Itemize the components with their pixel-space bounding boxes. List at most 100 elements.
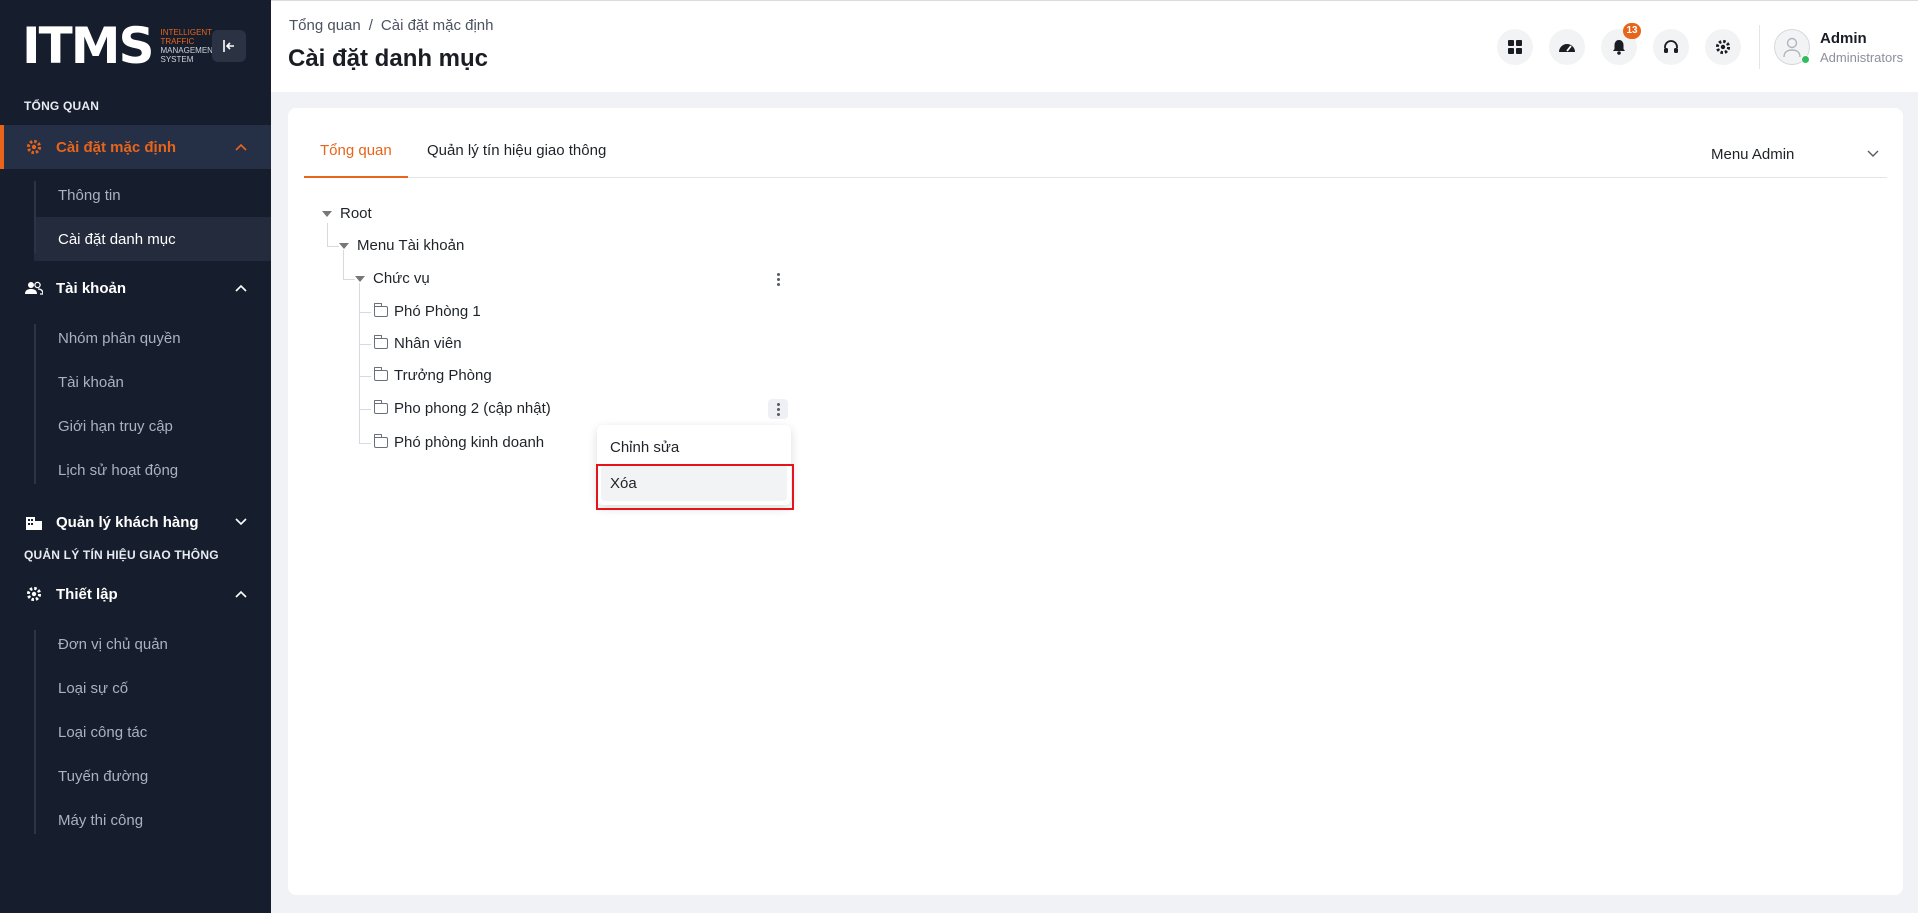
- breadcrumb-default-settings[interactable]: Cài đặt mặc định: [381, 17, 494, 34]
- tagline-line: MANAGEMENT: [160, 46, 218, 55]
- chevron-up-icon: [235, 143, 247, 151]
- tree-node-label: Trưởng Phòng: [394, 367, 492, 384]
- sidebar-item-machines[interactable]: Máy thi công: [34, 798, 271, 842]
- header: Tổng quan / Cài đặt mặc định Cài đặt dan…: [271, 0, 1918, 92]
- tree-node-label: Chức vụ: [373, 270, 430, 287]
- tree-leaf[interactable]: Pho phong 2 (cập nhật): [373, 400, 551, 417]
- headset-icon: [1664, 40, 1678, 53]
- logo: ITMS INTELLIGENT TRAFFIC MANAGEMENT SYST…: [22, 21, 218, 71]
- tab-overview[interactable]: Tổng quan: [304, 132, 408, 178]
- logo-mark: ITMS: [22, 17, 154, 75]
- tree-node-label: Pho phong 2 (cập nhật): [394, 400, 551, 417]
- caret-down-icon: [322, 210, 332, 217]
- annotation-highlight-box: [596, 464, 794, 510]
- folder-icon: [373, 367, 388, 381]
- breadcrumb: Tổng quan / Cài đặt mặc định: [289, 17, 493, 34]
- sidebar-collapse-button[interactable]: [212, 30, 246, 62]
- sidebar-item-catalog-settings[interactable]: Cài đặt danh mục: [34, 217, 271, 261]
- section-label-traffic: QUẢN LÝ TÍN HIỆU GIAO THÔNG: [24, 548, 219, 562]
- notifications-button[interactable]: 13: [1601, 23, 1641, 65]
- sidebar-group-setup[interactable]: Thiết lập: [0, 572, 271, 616]
- sub-list-default-settings: Thông tin Cài đặt danh mục: [0, 173, 271, 261]
- building-icon: [24, 512, 44, 532]
- sidebar-group-account[interactable]: Tài khoản: [0, 266, 271, 310]
- settings-button[interactable]: [1705, 29, 1741, 65]
- tree-leaf[interactable]: Trưởng Phòng: [373, 367, 492, 384]
- sidebar-item-managing-unit[interactable]: Đơn vị chủ quản: [34, 622, 271, 666]
- sidebar-group-label: Thiết lập: [56, 585, 118, 603]
- tree-leaf[interactable]: Phó Phòng 1: [373, 303, 481, 320]
- tree-node-position[interactable]: Chức vụ: [355, 270, 430, 287]
- folder-icon: [373, 434, 388, 448]
- tree-node-label: Menu Tài khoản: [357, 237, 465, 254]
- sidebar-group-customers[interactable]: Quản lý khách hàng: [0, 500, 271, 544]
- sub-list-setup: Đơn vị chủ quản Loại sự cố Loại công tác…: [0, 622, 271, 842]
- node-more-button[interactable]: [768, 269, 788, 289]
- caret-down-icon: [355, 275, 365, 282]
- node-more-button[interactable]: [768, 399, 788, 419]
- menu-select-value: Menu Admin: [1711, 145, 1795, 163]
- tree-leaf[interactable]: Phó phòng kinh doanh: [373, 434, 545, 451]
- collapse-left-icon: [223, 40, 234, 52]
- user-icon: [1783, 37, 1801, 58]
- tree-node-label: Phó phòng kinh doanh: [394, 434, 545, 451]
- chevron-up-icon: [235, 590, 247, 598]
- avatar: [1774, 29, 1810, 65]
- user-menu[interactable]: Admin Administrators: [1768, 29, 1918, 65]
- sidebar-item-routes[interactable]: Tuyến đường: [34, 754, 271, 798]
- sidebar-item-accounts[interactable]: Tài khoản: [34, 360, 271, 404]
- folder-icon: [373, 335, 388, 349]
- sidebar-item-incident-type[interactable]: Loại sự cố: [34, 666, 271, 710]
- content-card: Tổng quan Quản lý tín hiệu giao thông Me…: [288, 108, 1903, 895]
- breadcrumb-separator: /: [368, 17, 373, 34]
- user-role: Administrators: [1820, 49, 1904, 65]
- chevron-down-icon: [235, 518, 247, 526]
- logo-tagline: INTELLIGENT TRAFFIC MANAGEMENT SYSTEM: [161, 28, 218, 64]
- folder-icon: [373, 303, 388, 317]
- sidebar: ITMS INTELLIGENT TRAFFIC MANAGEMENT SYST…: [0, 0, 271, 913]
- tree-leaf[interactable]: Nhân viên: [373, 335, 462, 352]
- tree-node-root[interactable]: Root: [322, 205, 372, 222]
- sidebar-group-label: Quản lý khách hàng: [56, 513, 199, 531]
- tagline-line: SYSTEM: [160, 55, 194, 64]
- speedometer-icon: [1559, 44, 1575, 52]
- sidebar-item-access-limit[interactable]: Giới hạn truy cập: [34, 404, 271, 448]
- sidebar-item-info[interactable]: Thông tin: [34, 173, 271, 217]
- sidebar-group-default-settings[interactable]: Cài đặt mặc định: [0, 125, 271, 169]
- apps-button[interactable]: [1497, 29, 1533, 65]
- support-button[interactable]: [1653, 29, 1689, 65]
- edit-menu-item[interactable]: Chỉnh sửa: [597, 429, 791, 465]
- tagline-line: INTELLIGENT: [160, 28, 213, 37]
- chevron-up-icon: [235, 284, 247, 292]
- page-title: Cài đặt danh mục: [288, 45, 489, 72]
- sidebar-item-activity-history[interactable]: Lịch sử hoạt động: [34, 448, 271, 492]
- user-info: Admin Administrators: [1820, 30, 1903, 65]
- gear-icon: [1715, 39, 1731, 55]
- sidebar-group-label: Tài khoản: [56, 279, 127, 297]
- sidebar-item-work-type[interactable]: Loại công tác: [34, 710, 271, 754]
- menu-select[interactable]: Menu Admin: [1707, 140, 1887, 168]
- tree-node-label: Root: [340, 205, 372, 222]
- online-status-dot: [1801, 55, 1810, 64]
- chevron-down-icon: [1867, 150, 1879, 157]
- sidebar-item-permission-groups[interactable]: Nhóm phân quyền: [34, 316, 271, 360]
- gear-icon: [24, 584, 44, 604]
- sidebar-group-label: Cài đặt mặc định: [56, 138, 177, 156]
- tab-bar: Tổng quan Quản lý tín hiệu giao thông Me…: [304, 132, 1887, 178]
- tab-traffic-signal[interactable]: Quản lý tín hiệu giao thông: [427, 132, 606, 178]
- dashboard-button[interactable]: [1549, 29, 1585, 65]
- tree-node-label: Phó Phòng 1: [394, 303, 481, 320]
- logo-row: ITMS INTELLIGENT TRAFFIC MANAGEMENT SYST…: [0, 0, 271, 92]
- tree-node-label: Nhân viên: [394, 335, 462, 352]
- users-icon: [24, 278, 44, 298]
- grid-icon: [1508, 40, 1522, 54]
- section-label-overview: TỔNG QUAN: [24, 99, 100, 113]
- tagline-line: TRAFFIC: [160, 37, 195, 46]
- folder-icon: [373, 400, 388, 414]
- breadcrumb-overview[interactable]: Tổng quan: [289, 17, 361, 34]
- bell-icon: [1613, 40, 1625, 55]
- sub-list-account: Nhóm phân quyền Tài khoản Giới hạn truy …: [0, 316, 271, 492]
- caret-down-icon: [339, 242, 349, 249]
- tree-node-account-menu[interactable]: Menu Tài khoản: [339, 237, 464, 254]
- header-divider: [1759, 25, 1760, 69]
